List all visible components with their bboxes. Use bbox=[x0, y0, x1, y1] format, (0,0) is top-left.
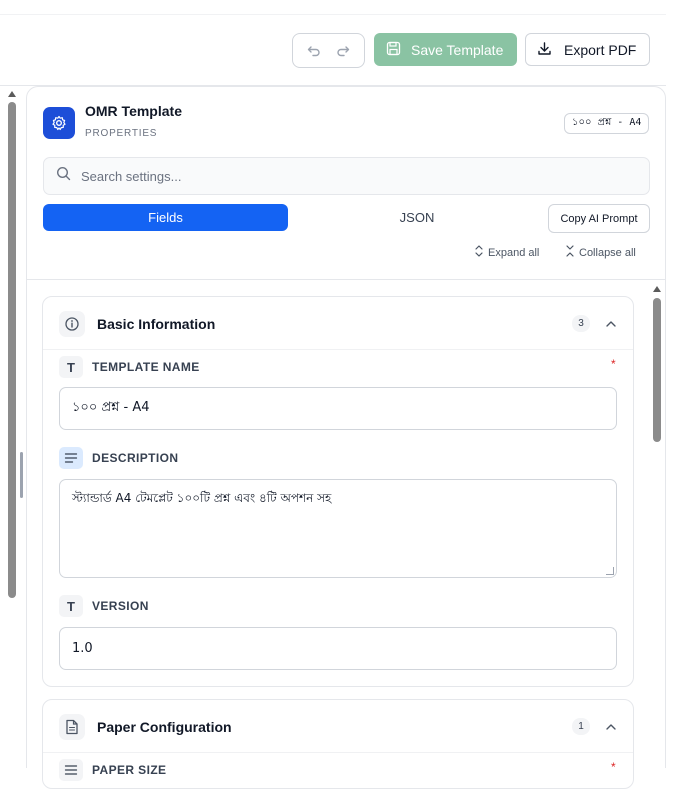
required-marker: * bbox=[611, 357, 616, 371]
undo-icon[interactable] bbox=[303, 40, 325, 62]
template-name-label-row: T TEMPLATE NAME bbox=[59, 356, 200, 378]
basic-information-section: Basic Information 3 T TEMPLATE NAME * ১০… bbox=[42, 296, 634, 687]
template-badge: ১০০ প্রশ্ন - A4 bbox=[564, 113, 650, 134]
save-template-button[interactable]: Save Template bbox=[374, 33, 517, 66]
export-pdf-label: Export PDF bbox=[564, 41, 637, 58]
panel-subtitle: PROPERTIES bbox=[85, 128, 158, 139]
scroll-up-arrow-icon[interactable] bbox=[8, 91, 16, 97]
description-value: স্ট্যান্ডার্ড A4 টেমপ্লেট ১০০টি প্রশ্ন এ… bbox=[72, 491, 332, 505]
description-label-row: DESCRIPTION bbox=[59, 447, 178, 469]
chevrons-expand-icon bbox=[474, 245, 484, 260]
undo-redo-group bbox=[292, 33, 365, 68]
export-pdf-button[interactable]: Export PDF bbox=[525, 33, 650, 66]
description-textarea[interactable]: স্ট্যান্ডার্ড A4 টেমপ্লেট ১০০টি প্রশ্ন এ… bbox=[59, 479, 617, 578]
list-icon bbox=[59, 759, 83, 781]
chevron-up-icon[interactable] bbox=[603, 316, 619, 332]
panel-divider bbox=[27, 279, 665, 280]
paper-size-label-row: PAPER SIZE bbox=[59, 759, 166, 781]
chevron-up-icon[interactable] bbox=[603, 719, 619, 735]
align-left-icon bbox=[59, 447, 83, 469]
paper-configuration-count: 1 bbox=[572, 718, 590, 735]
redo-icon[interactable] bbox=[332, 40, 354, 62]
gear-icon bbox=[43, 107, 75, 139]
version-input[interactable]: 1.0 bbox=[59, 627, 617, 670]
search-field[interactable] bbox=[43, 157, 650, 195]
document-icon bbox=[59, 714, 85, 740]
paper-configuration-section: Paper Configuration 1 PAPER SIZE * bbox=[42, 699, 634, 789]
template-name-label: TEMPLATE NAME bbox=[92, 360, 200, 374]
panel-title: OMR Template bbox=[85, 103, 182, 119]
inner-scrollbar[interactable] bbox=[651, 284, 663, 768]
search-icon bbox=[56, 166, 71, 186]
tab-fields[interactable]: Fields bbox=[43, 204, 288, 231]
search-input[interactable] bbox=[81, 168, 621, 184]
save-template-label: Save Template bbox=[411, 41, 504, 58]
version-label: VERSION bbox=[92, 599, 149, 613]
version-label-row: T VERSION bbox=[59, 595, 149, 617]
top-toolbar: Save Template Export PDF bbox=[0, 0, 666, 86]
resize-handle[interactable] bbox=[20, 452, 23, 498]
collapse-all-button[interactable]: Collapse all bbox=[565, 245, 636, 260]
paper-size-label: PAPER SIZE bbox=[92, 763, 167, 777]
template-name-input[interactable]: ১০০ প্রশ্ন - A4 bbox=[59, 387, 617, 430]
paper-configuration-title: Paper Configuration bbox=[97, 719, 232, 735]
save-icon bbox=[386, 41, 401, 59]
text-type-icon: T bbox=[59, 356, 83, 378]
textarea-resize-handle[interactable] bbox=[606, 567, 614, 575]
outer-scroll-thumb[interactable] bbox=[8, 102, 16, 598]
expand-all-button[interactable]: Expand all bbox=[474, 245, 539, 260]
basic-information-count: 3 bbox=[572, 315, 590, 332]
required-marker: * bbox=[611, 760, 616, 774]
chevrons-collapse-icon bbox=[565, 245, 575, 260]
info-icon bbox=[59, 311, 85, 337]
download-icon bbox=[537, 41, 552, 59]
basic-information-title: Basic Information bbox=[97, 316, 216, 332]
inner-scroll-thumb[interactable] bbox=[653, 298, 661, 442]
toolbar-divider bbox=[0, 14, 666, 15]
paper-configuration-header[interactable]: Paper Configuration 1 bbox=[43, 700, 633, 753]
copy-ai-prompt-button[interactable]: Copy AI Prompt bbox=[548, 204, 650, 233]
collapse-all-label: Collapse all bbox=[579, 246, 636, 259]
inner-scroll-up-arrow-icon[interactable] bbox=[653, 286, 661, 292]
outer-scrollbar[interactable] bbox=[6, 88, 18, 768]
tab-json[interactable]: JSON bbox=[297, 204, 537, 231]
text-type-icon: T bbox=[59, 595, 83, 617]
expand-all-label: Expand all bbox=[488, 246, 540, 259]
description-label: DESCRIPTION bbox=[92, 451, 179, 465]
basic-information-header[interactable]: Basic Information 3 bbox=[43, 297, 633, 350]
